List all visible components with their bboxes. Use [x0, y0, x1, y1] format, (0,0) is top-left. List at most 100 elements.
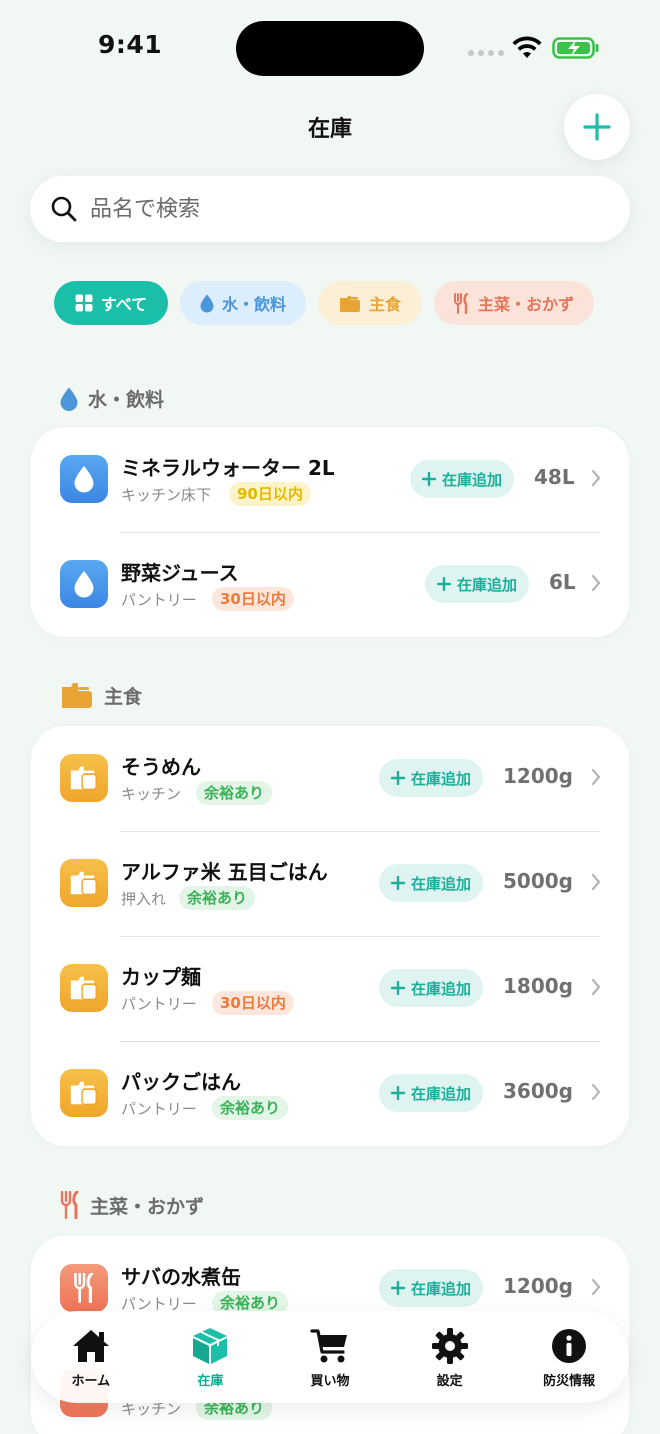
item-quantity: 48L [534, 465, 575, 489]
search-input[interactable] [90, 196, 570, 222]
tab-home[interactable]: ホーム [31, 1311, 151, 1403]
section-card-staple: そうめん キッチン 余裕あり 在庫追加 1200g アルファ米 五目ごはん 押入… [31, 726, 629, 1146]
list-item[interactable]: パックごはん パントリー 余裕あり 在庫追加 3600g [31, 1041, 629, 1146]
category-filter: すべて 水・飲料 主食 主菜・おかず [54, 281, 594, 325]
section-card-water: ミネラルウォーター 2L キッチン床下 90日以内 在庫追加 48L 野菜ジュー… [31, 427, 629, 637]
plus-icon [422, 472, 436, 486]
water-drop-icon [60, 455, 108, 503]
filter-chip-staple[interactable]: 主食 [318, 281, 422, 325]
food-box-icon [60, 859, 108, 907]
item-name: パックごはん [121, 1070, 241, 1094]
add-stock-button[interactable]: 在庫追加 [379, 864, 484, 902]
fork-knife-icon [60, 1264, 108, 1312]
dynamic-island [236, 21, 424, 76]
item-name: 野菜ジュース [121, 561, 239, 585]
search-icon [51, 196, 77, 222]
status-badge: 30日以内 [212, 991, 294, 1015]
fork-knife-icon [453, 292, 469, 314]
chevron-right-icon [591, 978, 601, 996]
cart-icon [310, 1326, 350, 1366]
item-location: パントリー [121, 591, 197, 609]
section-title: 主菜・おかず [90, 1195, 205, 1218]
list-item[interactable]: ミネラルウォーター 2L キッチン床下 90日以内 在庫追加 48L [31, 427, 629, 532]
status-time: 9:41 [98, 30, 163, 59]
search-bar[interactable] [30, 176, 630, 242]
add-stock-label: 在庫追加 [411, 769, 472, 788]
item-location: パントリー [121, 995, 197, 1013]
status-badge: 余裕あり [212, 1096, 289, 1120]
chevron-right-icon [591, 1278, 601, 1296]
gear-icon [430, 1326, 470, 1366]
item-name: カップ麺 [121, 965, 201, 989]
section-header-staple: 主食 [60, 681, 142, 709]
filter-chip-all[interactable]: すべて [54, 281, 168, 325]
filter-chip-label: 水・飲料 [221, 295, 286, 314]
status-badge: 余裕あり [196, 781, 273, 805]
add-stock-button[interactable]: 在庫追加 [379, 1074, 484, 1112]
chevron-right-icon [591, 469, 601, 487]
plus-icon [391, 876, 405, 890]
tab-label: 在庫 [197, 1373, 224, 1389]
water-drop-icon [60, 560, 108, 608]
add-item-button[interactable] [564, 94, 630, 160]
chevron-right-icon [591, 574, 601, 592]
filter-chip-label: 主食 [368, 295, 401, 314]
add-stock-button[interactable]: 在庫追加 [425, 565, 530, 603]
food-box-icon [60, 754, 108, 802]
item-quantity: 1800g [503, 974, 573, 998]
add-stock-button[interactable]: 在庫追加 [410, 460, 515, 498]
list-item[interactable]: カップ麺 パントリー 30日以内 在庫追加 1800g [31, 936, 629, 1041]
status-badge: 余裕あり [179, 886, 256, 910]
food-box-icon [339, 296, 360, 312]
add-stock-label: 在庫追加 [411, 979, 472, 998]
item-quantity: 5000g [503, 869, 573, 893]
section-header-main-dish: 主菜・おかず [60, 1191, 204, 1219]
plus-icon [391, 1281, 405, 1295]
wifi-icon [512, 36, 542, 58]
item-name: ミネラルウォーター 2L [121, 456, 335, 480]
item-quantity: 1200g [503, 764, 573, 788]
cellular-signal-icon [468, 50, 504, 56]
filter-chip-main-dish[interactable]: 主菜・おかず [434, 281, 594, 325]
item-quantity: 3600g [503, 1079, 573, 1103]
section-title: 水・飲料 [88, 389, 165, 411]
water-drop-icon [60, 387, 78, 411]
fork-knife-icon [60, 1191, 79, 1219]
item-location: キッチン床下 [121, 486, 212, 504]
tab-inventory[interactable]: 在庫 [151, 1311, 271, 1403]
plus-icon [391, 1086, 405, 1100]
list-item[interactable]: そうめん キッチン 余裕あり 在庫追加 1200g [31, 726, 629, 831]
grid-icon [75, 294, 93, 312]
tab-label: ホーム [71, 1373, 111, 1389]
chevron-right-icon [591, 768, 601, 786]
tab-shopping[interactable]: 買い物 [270, 1311, 390, 1403]
filter-chip-label: すべて [100, 295, 148, 314]
add-stock-label: 在庫追加 [457, 575, 518, 594]
item-quantity: 1200g [503, 1274, 573, 1298]
item-name: サバの水煮缶 [121, 1265, 241, 1289]
info-icon [549, 1326, 589, 1366]
food-box-icon [60, 964, 108, 1012]
water-drop-icon [200, 294, 214, 312]
add-stock-label: 在庫追加 [442, 470, 503, 489]
plus-icon [391, 771, 405, 785]
plus-icon [391, 981, 405, 995]
tab-settings[interactable]: 設定 [390, 1311, 510, 1403]
page-title: 在庫 [307, 117, 352, 142]
add-stock-button[interactable]: 在庫追加 [379, 759, 484, 797]
section-header-water: 水・飲料 [60, 385, 164, 412]
status-badge: 90日以内 [229, 482, 311, 506]
add-stock-label: 在庫追加 [411, 1279, 472, 1298]
list-item[interactable]: 野菜ジュース パントリー 30日以内 在庫追加 6L [31, 532, 629, 637]
status-badge: 30日以内 [212, 587, 294, 611]
tab-label: 設定 [436, 1373, 463, 1389]
filter-chip-water[interactable]: 水・飲料 [180, 281, 306, 325]
add-stock-button[interactable]: 在庫追加 [379, 969, 484, 1007]
tab-bar: ホーム 在庫 買い物 設定 防災情報 [31, 1311, 629, 1403]
tab-disaster-info[interactable]: 防災情報 [509, 1311, 629, 1403]
box-icon [190, 1326, 230, 1366]
list-item[interactable]: アルファ米 五目ごはん 押入れ 余裕あり 在庫追加 5000g [31, 831, 629, 936]
add-stock-button[interactable]: 在庫追加 [379, 1269, 484, 1307]
item-name: そうめん [121, 755, 201, 779]
chevron-right-icon [591, 1083, 601, 1101]
